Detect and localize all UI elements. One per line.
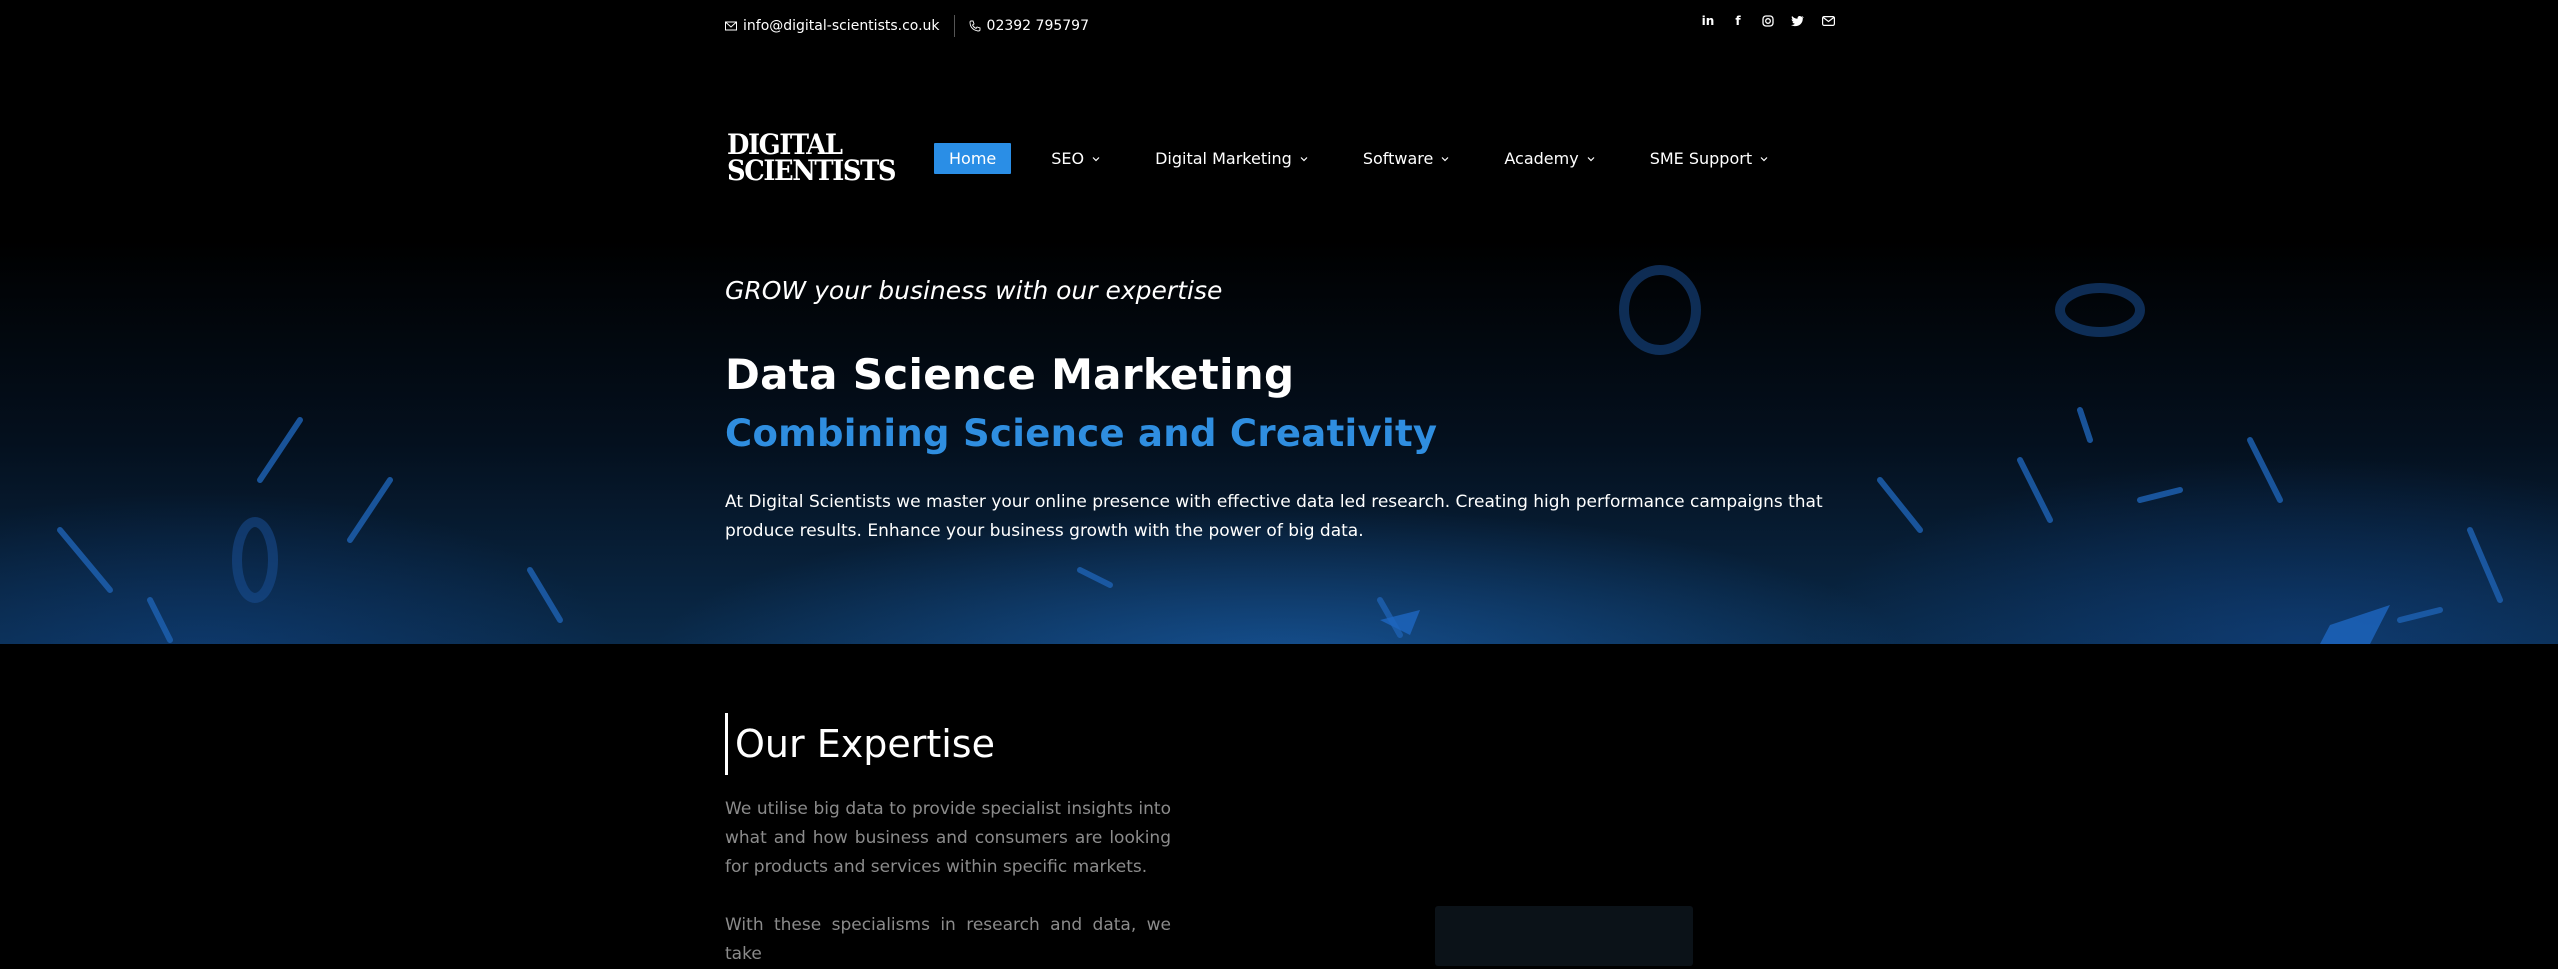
nav-item-seo[interactable]: SEO (1051, 149, 1100, 168)
contact-info: info@digital-scientists.co.uk 02392 7957… (725, 15, 1089, 37)
instagram-icon[interactable] (1760, 13, 1776, 29)
hero-description: At Digital Scientists we master your onl… (725, 492, 1823, 541)
nav-item-academy[interactable]: Academy (1504, 149, 1595, 168)
nav-item-home[interactable]: Home (934, 143, 1012, 174)
nav-label-software: Software (1362, 149, 1434, 168)
chevron-down-icon (1587, 156, 1595, 161)
chevron-down-icon (1441, 156, 1449, 161)
logo-line-2: SCIENTISTS (727, 154, 897, 187)
facebook-icon[interactable]: f (1730, 13, 1746, 29)
nav-item-sme-support[interactable]: SME Support (1650, 149, 1768, 168)
nav-item-digital-marketing[interactable]: Digital Marketing (1155, 149, 1308, 168)
nav-label-seo: SEO (1051, 149, 1085, 168)
twitter-icon[interactable] (1790, 13, 1806, 29)
envelope-icon (725, 21, 737, 31)
section-heading-accent (725, 713, 728, 775)
phone-link[interactable]: 02392 795797 (987, 18, 1089, 34)
main-navigation: Home SEO Digital Marketing Software Acad… (934, 143, 1768, 174)
expertise-paragraph-2: With these specialisms in research and d… (725, 915, 1171, 964)
expertise-paragraph-1: We utilise big data to provide specialis… (725, 799, 1171, 877)
linkedin-icon[interactable]: in (1700, 13, 1716, 29)
email-link[interactable]: info@digital-scientists.co.uk (743, 18, 940, 34)
hero-subtitle: Combining Science and Creativity (725, 412, 1438, 455)
hero-tagline: GROW your business with our expertise (725, 276, 1223, 305)
site-logo[interactable]: DIGITAL SCIENTISTS (727, 131, 897, 187)
hero-title: Data Science Marketing (725, 350, 1295, 399)
nav-item-software[interactable]: Software (1363, 149, 1450, 168)
nav-label-digital-marketing: Digital Marketing (1155, 149, 1292, 168)
expertise-card (1435, 906, 1693, 966)
chevron-down-icon (1760, 156, 1768, 161)
mail-icon[interactable] (1820, 13, 1836, 29)
top-bar: info@digital-scientists.co.uk 02392 7957… (0, 0, 2558, 48)
chevron-down-icon (1300, 156, 1308, 161)
nav-label-sme-support: SME Support (1649, 149, 1753, 168)
phone-icon (969, 20, 980, 32)
expertise-title: Our Expertise (735, 722, 995, 766)
social-links: in f (1700, 13, 1836, 29)
chevron-down-icon (1092, 156, 1100, 161)
nav-label-home: Home (949, 149, 997, 168)
nav-label-academy: Academy (1504, 149, 1579, 168)
contact-divider (953, 15, 955, 37)
